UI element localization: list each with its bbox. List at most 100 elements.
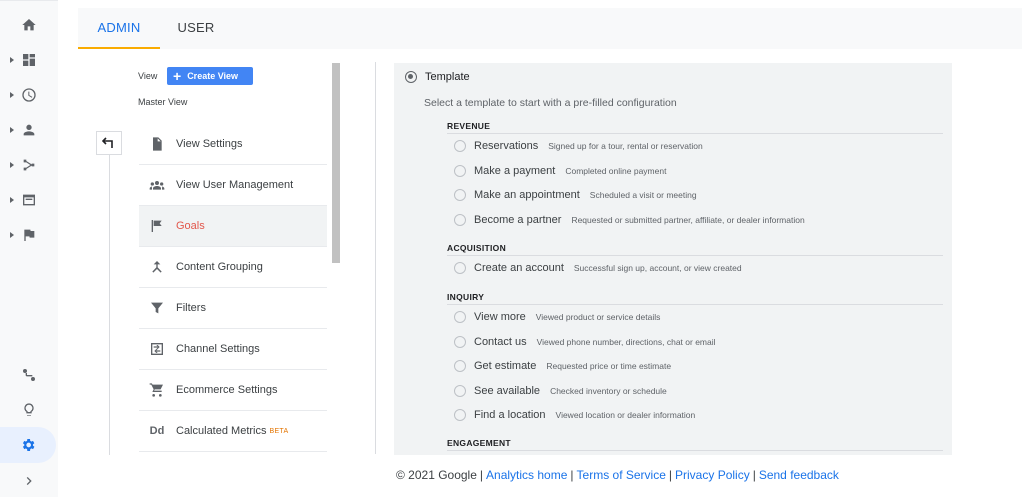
gear-icon [22,439,35,451]
create-view-button[interactable]: + Create View [167,67,253,85]
template-option[interactable]: Template [405,71,470,83]
menu-view-user-management[interactable]: View User Management [139,165,327,206]
home-icon [22,19,36,31]
terms-link[interactable]: Terms of Service [577,468,666,482]
attribution-icon [23,369,35,381]
goal-option-find-location[interactable]: Find a location Viewed location or deale… [447,403,943,428]
section-title: REVENUE [447,121,943,134]
menu-filters[interactable]: Filters [139,288,327,329]
option-name: Find a location [474,409,546,422]
audience-nav[interactable] [0,112,58,148]
option-radio[interactable] [454,384,466,397]
option-desc: Signed up for a tour, rental or reservat… [548,141,703,152]
option-radio[interactable] [454,335,466,348]
expand-caret-icon [10,197,14,203]
feedback-link[interactable]: Send feedback [759,468,839,482]
section-revenue: REVENUE Reservations Signed up for a tou… [447,121,943,232]
customization-nav[interactable] [0,42,58,78]
menu-scrollbar[interactable] [332,63,340,263]
option-name: Make a payment [474,164,556,177]
option-desc: Completed online payment [565,165,667,176]
option-radio[interactable] [454,189,466,202]
acquisition-nav[interactable] [0,147,58,183]
attribution-nav[interactable] [0,357,58,393]
channel-icon [151,343,163,355]
option-radio[interactable] [454,164,466,177]
document-icon [153,137,162,151]
menu-channel-settings[interactable]: Channel Settings [139,329,327,370]
expand-nav[interactable] [0,463,58,497]
section-title: ENGAGEMENT [447,438,943,451]
admin-nav[interactable] [0,427,56,463]
menu-calculated-metrics[interactable]: Dd Calculated Metrics BETA [139,411,327,452]
option-name: See available [474,384,541,397]
section-acquisition: ACQUISITION Create an account Successful… [447,243,943,281]
option-name: View more [474,311,526,324]
discover-nav[interactable] [0,392,58,428]
window-icon [23,194,35,206]
menu-view-settings[interactable]: View Settings [139,124,327,165]
people-icon [149,181,165,190]
filter-icon [151,302,163,314]
menu-content-grouping[interactable]: Content Grouping [139,247,327,288]
menu-label: View Settings [176,138,243,150]
column-divider [375,62,376,454]
cart-icon [149,383,163,397]
goal-option-get-estimate[interactable]: Get estimate Requested price or time est… [447,354,943,379]
menu-label: Goals [176,220,205,232]
lightbulb-icon [24,403,34,416]
option-desc: Checked inventory or schedule [550,385,667,396]
person-icon [23,124,35,136]
goal-option-become-partner[interactable]: Become a partner Requested or submitted … [447,208,943,233]
goal-option-view-more[interactable]: View more Viewed product or service deta… [447,305,943,330]
option-radio[interactable] [454,360,466,373]
goal-template-panel: Template Select a template to start with… [394,63,952,455]
option-radio[interactable] [454,213,466,226]
beta-badge: BETA [269,427,289,435]
menu-ecommerce-settings[interactable]: Ecommerce Settings [139,370,327,411]
clock-icon [22,88,36,102]
template-radio[interactable] [405,71,417,83]
behavior-nav[interactable] [0,182,58,218]
conversions-nav[interactable] [0,217,58,253]
template-label: Template [425,71,470,83]
goal-option-make-payment[interactable]: Make a payment Completed online payment [447,159,943,184]
realtime-nav[interactable] [0,77,58,113]
flag-icon [24,229,35,241]
tab-admin[interactable]: ADMIN [78,8,160,49]
menu-label: View User Management [176,179,294,191]
option-radio[interactable] [454,311,466,324]
goal-option-make-appointment[interactable]: Make an appointment Scheduled a visit or… [447,183,943,208]
expand-caret-icon [10,232,14,238]
menu-goals[interactable]: Goals [139,206,327,247]
option-radio[interactable] [454,409,466,422]
expand-caret-icon [10,92,14,98]
section-inquiry: INQUIRY View more Viewed product or serv… [447,292,943,428]
goal-option-see-available[interactable]: See available Checked inventory or sched… [447,379,943,404]
template-subtitle: Select a template to start with a pre-fi… [424,97,677,109]
goal-option-reservations[interactable]: Reservations Signed up for a tour, renta… [447,134,943,159]
menu-label: Calculated Metrics [176,425,267,437]
option-desc: Requested or submitted partner, affiliat… [571,214,805,225]
home-nav[interactable] [0,7,58,43]
option-desc: Viewed location or dealer information [555,410,696,421]
option-radio[interactable] [454,262,466,275]
menu-label: Ecommerce Settings [176,384,278,396]
page-footer: © 2021 Google | Analytics home | Terms of Se… [396,468,839,482]
privacy-link[interactable]: Privacy Policy [675,468,750,482]
option-name: Get estimate [474,360,537,373]
analytics-home-link[interactable]: Analytics home [486,468,567,482]
option-name: Create an account [474,262,564,275]
option-name: Contact us [474,335,527,348]
goal-option-contact-us[interactable]: Contact us Viewed phone number, directio… [447,330,943,355]
goal-option-create-account[interactable]: Create an account Successful sign up, ac… [447,256,943,281]
back-arrow-icon [102,137,113,148]
view-selector[interactable]: Master View [138,97,187,107]
option-radio[interactable] [454,140,466,153]
flag-icon [151,220,162,232]
back-button[interactable] [96,131,122,155]
tab-user[interactable]: USER [160,8,232,49]
merge-icon [152,261,162,273]
option-desc: Successful sign up, account, or view cre… [573,263,742,274]
expand-caret-icon [10,127,14,133]
